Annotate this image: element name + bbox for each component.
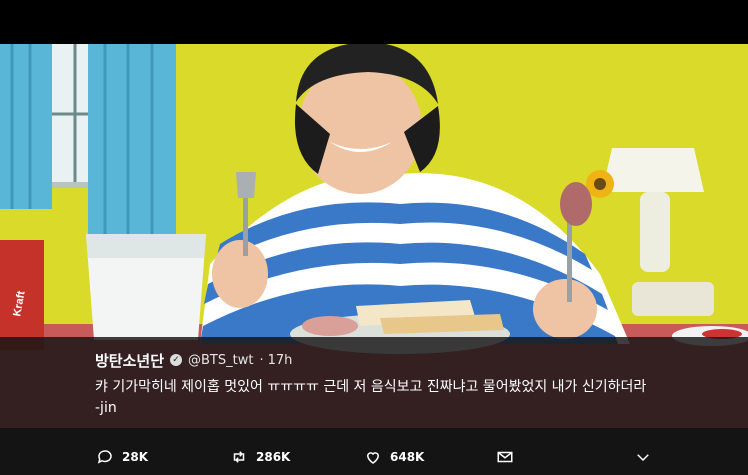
like-count: 648K	[390, 450, 425, 464]
like-button[interactable]: 648K	[364, 448, 424, 466]
tweet-text: 캬 기가막히네 제이홉 멋있어 ㅠㅠㅠㅠ 근데 저 음식보고 진짜냐고 물어봤었…	[95, 379, 647, 416]
heart-icon	[364, 448, 382, 466]
reply-button[interactable]: 28K	[96, 448, 148, 466]
author-name[interactable]: 방탄소년단	[95, 350, 164, 371]
top-letterbox	[0, 0, 748, 44]
reply-count: 28K	[122, 450, 148, 464]
tweet-timestamp[interactable]: 17h	[268, 353, 293, 368]
curtain-right	[88, 44, 176, 244]
verified-badge-icon: ✓	[170, 354, 183, 366]
telephone	[632, 282, 714, 316]
tweet-card: 방탄소년단 ✓ @BTS_twt · 17h 캬 기가막히네 제이홉 멋있어 ㅠ…	[95, 349, 735, 419]
retweet-count: 286K	[256, 450, 291, 464]
more-options-button[interactable]	[634, 448, 652, 466]
media-viewer: Kraft 방탄소년단 ✓ @BTS_twt · 17h 캬 기가막히네 제이홉…	[0, 0, 748, 475]
tweet-header: 방탄소년단 ✓ @BTS_twt · 17h	[95, 349, 735, 371]
retweet-button[interactable]: 286K	[230, 448, 290, 466]
retweet-icon	[230, 448, 248, 466]
author-handle[interactable]: @BTS_twt	[188, 353, 253, 368]
direct-message-button[interactable]	[496, 448, 514, 466]
envelope-icon	[496, 448, 514, 466]
reply-icon	[96, 448, 114, 466]
chevron-down-icon	[634, 448, 652, 466]
curtain-left	[0, 44, 52, 209]
separator-dot: ·	[259, 352, 264, 368]
spoon	[567, 222, 572, 302]
lamp-shade	[602, 148, 704, 192]
